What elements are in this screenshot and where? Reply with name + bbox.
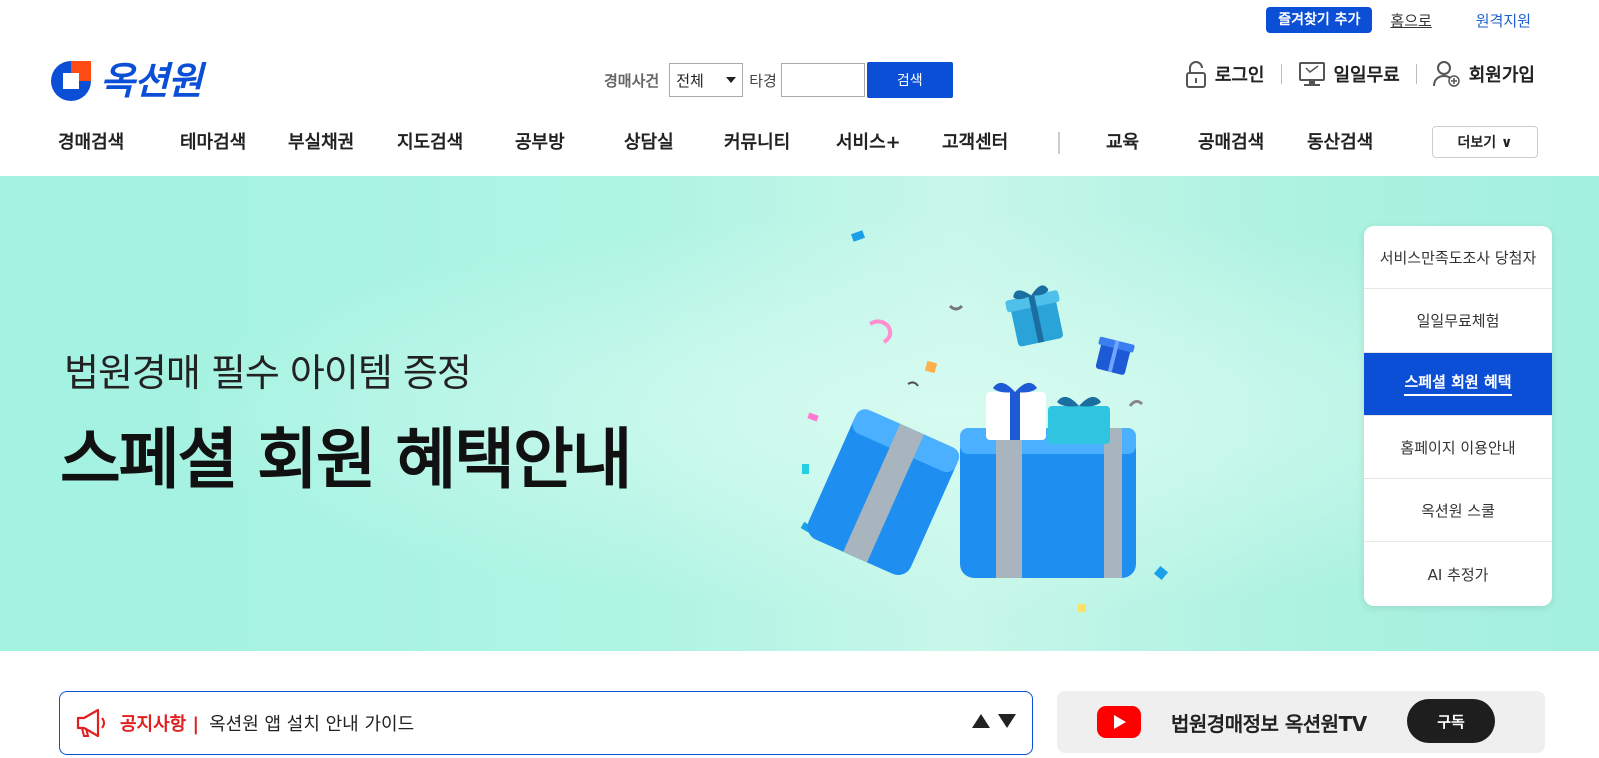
banner-title: 스페셜 회원 혜택안내 [60, 421, 632, 498]
case-search: 경매사건 전체 타경 검색 [604, 62, 953, 98]
side-item-free-trial[interactable]: 일일무료체험 [1364, 289, 1552, 353]
notice-label: 공지사항 | [120, 714, 200, 735]
side-item-label: 스페셜 회원 혜택 [1404, 371, 1512, 397]
logo-text: 옥션원 [100, 59, 203, 103]
login-label: 로그인 [1214, 65, 1265, 86]
nav-movable-search[interactable]: 동산검색 [1307, 128, 1373, 154]
side-item-special-benefit[interactable]: 스페셜 회원 혜택 [1364, 352, 1552, 416]
side-item-label: 옥션원 스쿨 [1421, 501, 1495, 520]
user-add-icon [1432, 61, 1460, 87]
nav-theme-search[interactable]: 테마검색 [180, 128, 246, 154]
nav-customer-center[interactable]: 고객센터 [942, 128, 1008, 154]
side-quick-menu: 서비스만족도조사 당첨자 일일무료체험 스페셜 회원 혜택 홈페이지 이용안내 … [1364, 226, 1552, 606]
arrow-down-icon[interactable] [998, 714, 1016, 728]
nav-map-search[interactable]: 지도검색 [397, 128, 463, 154]
case-number-input[interactable] [780, 63, 865, 97]
tagyeong-label: 타경 [749, 71, 777, 90]
case-search-label: 경매사건 [604, 71, 660, 90]
nav-consult[interactable]: 상담실 [624, 128, 674, 154]
nav-public-auction[interactable]: 공매검색 [1198, 128, 1264, 154]
side-item-ai-estimate[interactable]: AI 추정가 [1364, 542, 1552, 605]
youtube-channel-box[interactable]: 법원경매정보 옥션원TV 구독 [1057, 691, 1545, 753]
side-item-label: 서비스만족도조사 당첨자 [1379, 248, 1537, 267]
side-item-school[interactable]: 옥션원 스쿨 [1364, 479, 1552, 543]
login-link[interactable]: 로그인 [1185, 60, 1265, 88]
nav-service-plus[interactable]: 서비스+ [836, 128, 901, 154]
arrow-up-icon[interactable] [972, 714, 990, 728]
signup-label: 회원가입 [1468, 65, 1535, 86]
nav-auction-search[interactable]: 경매검색 [58, 128, 124, 154]
youtube-icon [1097, 706, 1141, 738]
search-button[interactable]: 검색 [866, 62, 953, 98]
notice-bar[interactable]: 공지사항 | 옥션원 앱 설치 안내 가이드 [59, 691, 1033, 755]
logo[interactable]: 옥션원 [50, 59, 203, 103]
logo-mark-icon [51, 61, 91, 101]
court-select[interactable]: 전체 [669, 63, 744, 97]
hero-banner[interactable]: 법원경매 필수 아이템 증정 스페셜 회원 혜택안내 [0, 176, 1599, 651]
side-item-label: AI 추정가 [1427, 565, 1489, 584]
free-trial-label: 일일무료 [1333, 65, 1400, 86]
megaphone-icon [76, 708, 105, 738]
nav-divider [1058, 132, 1060, 154]
divider [1415, 64, 1417, 84]
banner-subtitle: 법원경매 필수 아이템 증정 [64, 351, 472, 395]
side-item-survey-winner[interactable]: 서비스만족도조사 당첨자 [1364, 226, 1552, 290]
signup-link[interactable]: 회원가입 [1432, 60, 1535, 88]
monitor-icon [1298, 62, 1325, 86]
main-nav: 경매검색 테마검색 부실채권 지도검색 공부방 상담실 커뮤니티 서비스+ 고객… [0, 126, 1599, 158]
side-item-label: 홈페이지 이용안내 [1400, 438, 1516, 457]
subscribe-button[interactable]: 구독 [1407, 699, 1495, 743]
divider [1280, 64, 1282, 84]
auth-links: 로그인 일일무료 회원가입 [1185, 60, 1535, 88]
home-link[interactable]: 홈으로 [1390, 10, 1431, 31]
nav-education[interactable]: 교육 [1106, 128, 1139, 154]
notice-arrows [972, 714, 1016, 728]
youtube-channel-name: 법원경매정보 옥션원TV [1171, 711, 1367, 736]
nav-community[interactable]: 커뮤니티 [724, 128, 790, 154]
side-item-label: 일일무료체험 [1416, 311, 1500, 330]
nav-study-room[interactable]: 공부방 [515, 128, 565, 154]
court-select-value: 전체 [676, 71, 704, 90]
add-favorite-button[interactable]: 즐겨찾기 추가 [1266, 7, 1373, 33]
nav-npl[interactable]: 부실채권 [288, 128, 354, 154]
notice-text[interactable]: 옥션원 앱 설치 안내 가이드 [209, 710, 414, 736]
caret-down-icon [726, 77, 737, 83]
lock-icon [1185, 61, 1206, 88]
side-item-site-guide[interactable]: 홈페이지 이용안내 [1364, 416, 1552, 480]
remote-support-link[interactable]: 원격지원 [1476, 10, 1531, 31]
utility-bar: 즐겨찾기 추가 홈으로 원격지원 [1266, 7, 1531, 33]
gift-box-illustration [800, 230, 1169, 612]
more-button[interactable]: 더보기 ∨ [1432, 126, 1538, 158]
free-trial-link[interactable]: 일일무료 [1298, 60, 1400, 88]
